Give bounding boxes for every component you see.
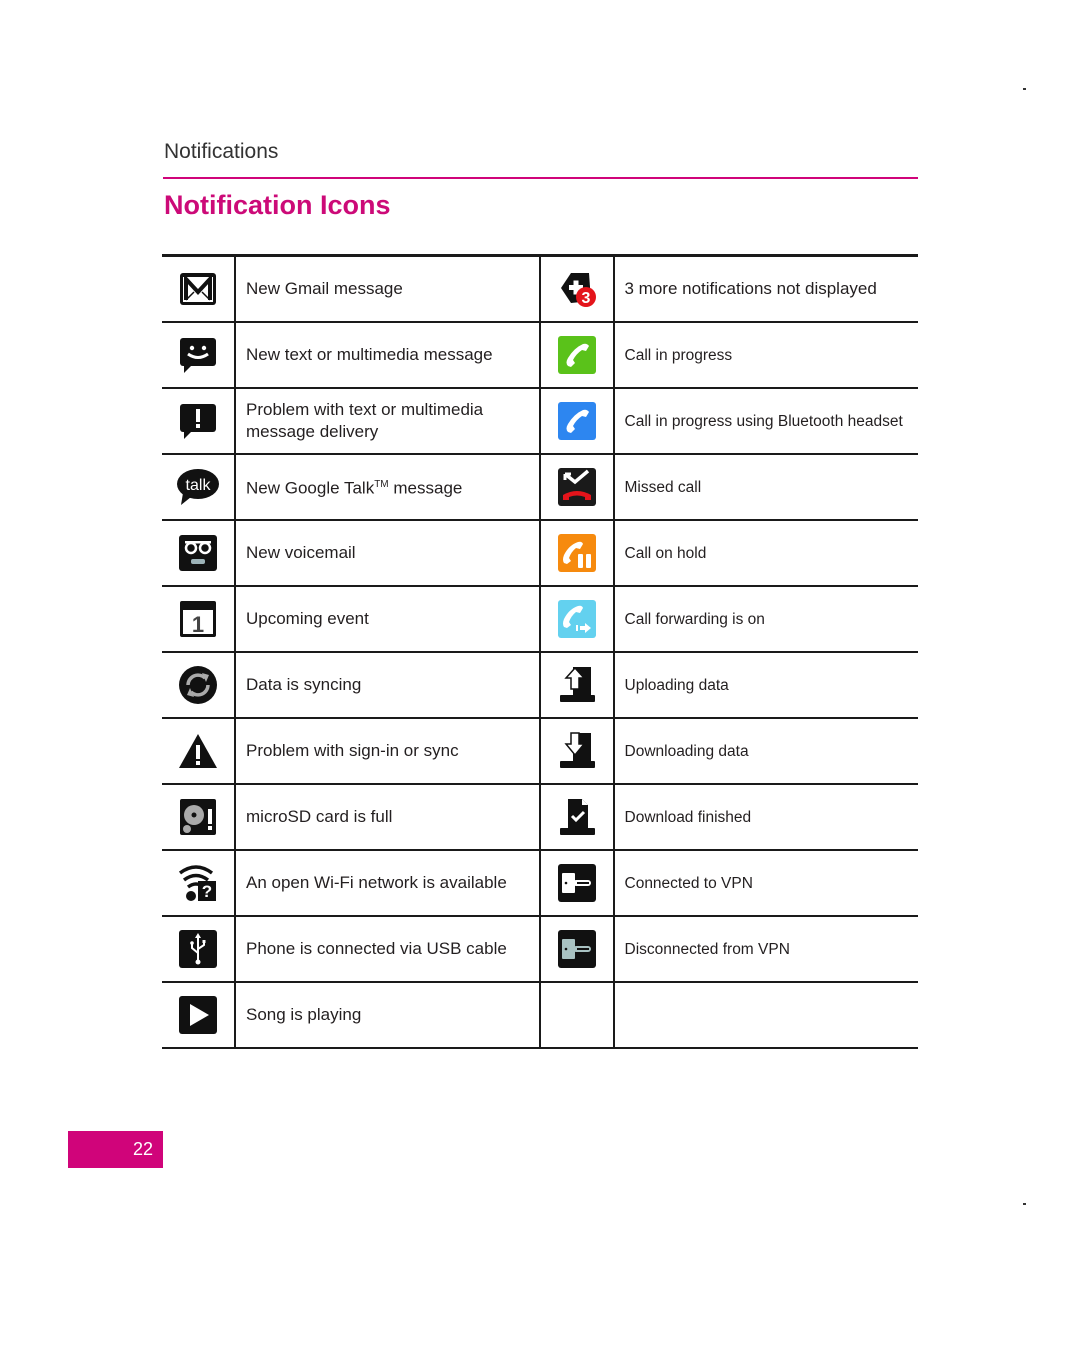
- icon-cell: [538, 717, 615, 785]
- page-number: 22: [68, 1131, 163, 1168]
- icon-cell: [162, 651, 236, 719]
- icon-cell: talk: [162, 453, 236, 521]
- notification-icons-table: New Gmail message 3 3 more notifications…: [162, 254, 918, 1049]
- vpn-disconnected-icon: [557, 929, 597, 969]
- description: Song is playing: [234, 981, 541, 1049]
- svg-text:3: 3: [581, 290, 590, 307]
- description: New text or multimedia message: [234, 321, 541, 389]
- description: Missed call: [612, 453, 918, 521]
- icon-cell: [162, 915, 236, 983]
- description: Problem with sign-in or sync: [234, 717, 541, 785]
- text-message-icon: [178, 335, 218, 375]
- description-empty: [612, 981, 918, 1049]
- open-wifi-icon: ?: [178, 863, 218, 903]
- description: Phone is connected via USB cable: [234, 915, 541, 983]
- icon-cell: ?: [162, 849, 236, 917]
- vpn-connected-icon: [557, 863, 597, 903]
- svg-text:?: ?: [202, 882, 212, 901]
- description: New voicemail: [234, 519, 541, 587]
- icon-cell: [538, 387, 615, 455]
- table-row: 1 Upcoming event Call forwarding is on: [162, 585, 918, 653]
- icon-cell: [538, 519, 615, 587]
- description: Connected to VPN: [612, 849, 918, 917]
- icon-cell: [162, 387, 236, 455]
- sd-card-full-icon: [178, 797, 218, 837]
- icon-cell: [162, 981, 236, 1049]
- download-finished-icon: [557, 797, 597, 837]
- header-rule: [163, 177, 918, 179]
- warning-icon: [178, 731, 218, 771]
- table-row: Problem with text or multimedia message …: [162, 387, 918, 455]
- description: microSD card is full: [234, 783, 541, 851]
- description: Data is syncing: [234, 651, 541, 719]
- icon-cell: [162, 519, 236, 587]
- description: Call in progress: [612, 321, 918, 389]
- description: Disconnected from VPN: [612, 915, 918, 983]
- table-row: New Gmail message 3 3 more notifications…: [162, 254, 918, 323]
- more-notifications-icon: 3: [557, 269, 597, 309]
- sync-icon: [178, 665, 218, 705]
- gmail-icon: [178, 269, 218, 309]
- icon-cell: [538, 453, 615, 521]
- icon-cell: [538, 321, 615, 389]
- description: Problem with text or multimedia message …: [234, 387, 541, 455]
- description: Downloading data: [612, 717, 918, 785]
- bluetooth-call-icon: [557, 401, 597, 441]
- icon-cell-empty: [538, 981, 615, 1049]
- description: Download finished: [612, 783, 918, 851]
- description: Call forwarding is on: [612, 585, 918, 653]
- icon-cell: [538, 585, 615, 653]
- table-row: New voicemail Call on hold: [162, 519, 918, 587]
- icon-cell: [538, 849, 615, 917]
- usb-icon: [178, 929, 218, 969]
- icon-cell: [538, 783, 615, 851]
- table-row: ? An open Wi-Fi network is available Con…: [162, 849, 918, 917]
- crop-mark: [1023, 88, 1026, 90]
- section-label: Notifications: [164, 140, 279, 163]
- upload-icon: [557, 665, 597, 705]
- table-row: Phone is connected via USB cable Disconn…: [162, 915, 918, 983]
- table-row: microSD card is full Download finished: [162, 783, 918, 851]
- page-title: Notification Icons: [164, 190, 391, 220]
- icon-cell: 3: [538, 254, 615, 323]
- crop-mark: [1023, 1203, 1026, 1205]
- icon-cell: [538, 915, 615, 983]
- table-row: Data is syncing Uploading data: [162, 651, 918, 719]
- description: New Gmail message: [234, 254, 541, 323]
- svg-text:1: 1: [192, 612, 204, 637]
- table-row: New text or multimedia message Call in p…: [162, 321, 918, 389]
- icon-cell: [162, 783, 236, 851]
- description: Call on hold: [612, 519, 918, 587]
- description: An open Wi-Fi network is available: [234, 849, 541, 917]
- description: New Google TalkTM message: [234, 453, 541, 521]
- missed-call-icon: [557, 467, 597, 507]
- google-talk-icon: talk: [175, 467, 221, 507]
- message-error-icon: [178, 401, 218, 441]
- calendar-icon: 1: [178, 599, 218, 639]
- icon-cell: [538, 651, 615, 719]
- description: 3 more notifications not displayed: [612, 254, 918, 323]
- description: Call in progress using Bluetooth headset: [612, 387, 918, 455]
- description: Upcoming event: [234, 585, 541, 653]
- call-in-progress-icon: [557, 335, 597, 375]
- table-row: talk New Google TalkTM message Missed ca…: [162, 453, 918, 521]
- icon-cell: 1: [162, 585, 236, 653]
- icon-cell: [162, 321, 236, 389]
- voicemail-icon: [178, 533, 218, 573]
- call-on-hold-icon: [557, 533, 597, 573]
- call-forwarding-icon: [557, 599, 597, 639]
- download-icon: [557, 731, 597, 771]
- svg-text:talk: talk: [186, 477, 212, 494]
- table-row: Problem with sign-in or sync Downloading…: [162, 717, 918, 785]
- icon-cell: [162, 254, 236, 323]
- play-icon: [178, 995, 218, 1035]
- description: Uploading data: [612, 651, 918, 719]
- icon-cell: [162, 717, 236, 785]
- table-row: Song is playing: [162, 981, 918, 1049]
